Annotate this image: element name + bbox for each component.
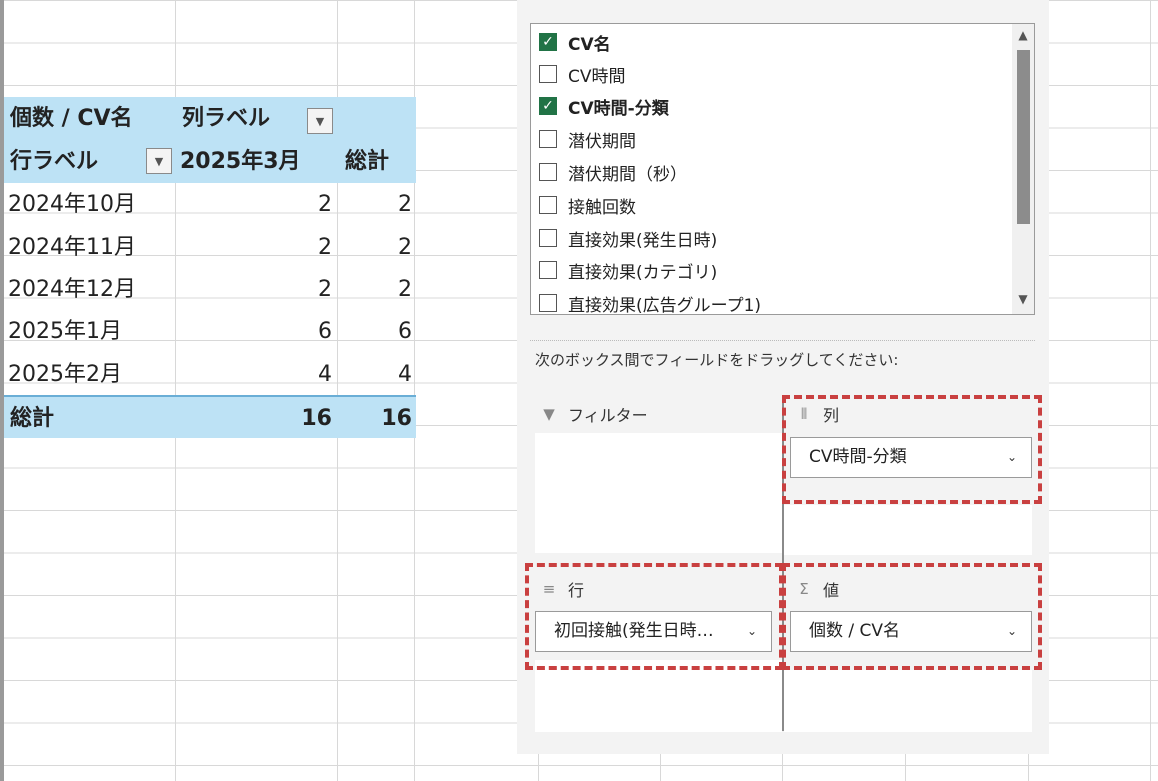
pivot-field-pane: ✓ CV名 CV時間 ✓ CV時間-分類 潜伏期間 潜伏期間（秒） 接触回数 直… <box>517 0 1049 754</box>
row-label: 2024年12月 <box>8 277 136 302</box>
columns-drop-area-bottom[interactable] <box>784 505 1032 555</box>
filter-funnel-icon: ▼ <box>543 405 555 423</box>
checkbox-icon[interactable] <box>539 130 557 148</box>
column-filter-dropdown-button[interactable]: ▼ <box>307 108 333 134</box>
checkbox-icon[interactable] <box>539 65 557 83</box>
field-item-latency-seconds[interactable]: 潜伏期間（秒） <box>539 156 687 188</box>
pivot-column-labels-header[interactable]: 列ラベル <box>182 97 270 140</box>
pivot-column-value-header[interactable]: 2025年3月 <box>180 140 301 183</box>
filter-title-label: フィルター <box>568 406 648 425</box>
filter-drop-area[interactable] <box>535 433 782 553</box>
checkbox-checked-icon[interactable]: ✓ <box>539 97 557 115</box>
row-value: 2 <box>318 277 332 302</box>
table-row[interactable]: 2024年12月 2 2 <box>4 268 416 311</box>
checkbox-icon[interactable] <box>539 229 557 247</box>
field-list[interactable]: ✓ CV名 CV時間 ✓ CV時間-分類 潜伏期間 潜伏期間（秒） 接触回数 直… <box>530 23 1035 315</box>
field-item-direct-effect-adgroup1[interactable]: 直接効果(広告グループ1) <box>539 287 762 315</box>
field-item-cv-time-category[interactable]: ✓ CV時間-分類 <box>539 90 669 122</box>
field-list-scrollbar[interactable]: ▲ ▼ <box>1012 24 1034 314</box>
field-label: 潜伏期間（秒） <box>568 164 687 185</box>
checkbox-icon[interactable] <box>539 163 557 181</box>
row-total: 2 <box>398 235 412 260</box>
rows-drop-area-bottom[interactable] <box>535 660 782 732</box>
scroll-down-arrow-icon[interactable]: ▼ <box>1015 292 1031 306</box>
field-item-cv-time[interactable]: CV時間 <box>539 58 626 90</box>
field-label: 直接効果(カテゴリ) <box>568 262 718 283</box>
grand-total-value: 16 <box>301 406 332 431</box>
row-label: 2025年1月 <box>8 319 122 344</box>
row-value: 2 <box>318 192 332 217</box>
values-drop-area-bottom[interactable] <box>784 670 1032 732</box>
field-label: CV時間-分類 <box>568 98 669 119</box>
pivot-header-row-1: 個数 / CV名 列ラベル ▼ <box>4 97 416 140</box>
checkbox-checked-icon[interactable]: ✓ <box>539 33 557 51</box>
field-label: CV名 <box>568 34 611 55</box>
scrollbar-thumb[interactable] <box>1017 50 1030 224</box>
highlight-values-area <box>782 563 1042 670</box>
pivot-grand-total-header[interactable]: 総計 <box>345 140 389 183</box>
field-item-cv-name[interactable]: ✓ CV名 <box>539 26 611 58</box>
field-item-direct-effect-category[interactable]: 直接効果(カテゴリ) <box>539 254 717 286</box>
field-label: CV時間 <box>568 66 626 87</box>
chevron-down-icon: ▼ <box>154 154 164 168</box>
table-row[interactable]: 2024年10月 2 2 <box>4 183 416 226</box>
row-value: 2 <box>318 235 332 260</box>
checkbox-icon[interactable] <box>539 261 557 279</box>
filter-area-title: ▼ フィルター <box>539 402 648 426</box>
divider <box>530 340 1035 341</box>
row-value: 4 <box>318 362 332 387</box>
row-label: 2024年11月 <box>8 235 136 260</box>
drag-instruction-text: 次のボックス間でフィールドをドラッグしてください: <box>535 351 899 369</box>
grand-total-total: 16 <box>381 406 412 431</box>
column-gridline <box>1150 0 1151 781</box>
pivot-grand-total-row[interactable]: 総計 16 16 <box>4 395 416 438</box>
checkbox-icon[interactable] <box>539 294 557 312</box>
scroll-up-arrow-icon[interactable]: ▲ <box>1015 28 1031 42</box>
field-label: 潜伏期間 <box>568 131 636 152</box>
row-total: 6 <box>398 319 412 344</box>
pivot-measure-label[interactable]: 個数 / CV名 <box>10 97 133 140</box>
field-label: 直接効果(広告グループ1) <box>568 295 762 315</box>
table-row[interactable]: 2024年11月 2 2 <box>4 226 416 269</box>
pivot-row-labels-header[interactable]: 行ラベル <box>10 140 98 183</box>
row-total: 2 <box>398 192 412 217</box>
field-item-contact-count[interactable]: 接触回数 <box>539 189 636 221</box>
table-row[interactable]: 2025年2月 4 4 <box>4 353 416 396</box>
row-total: 4 <box>398 362 412 387</box>
row-value: 6 <box>318 319 332 344</box>
chevron-down-icon: ▼ <box>315 114 325 128</box>
highlight-rows-area <box>525 563 783 670</box>
row-label: 2024年10月 <box>8 192 136 217</box>
row-label: 2025年2月 <box>8 362 122 387</box>
field-label: 直接効果(発生日時) <box>568 230 718 251</box>
row-total: 2 <box>398 277 412 302</box>
grand-total-label: 総計 <box>10 406 55 431</box>
field-item-direct-effect-datetime[interactable]: 直接効果(発生日時) <box>539 222 717 254</box>
field-label: 接触回数 <box>568 197 636 218</box>
field-item-latency[interactable]: 潜伏期間 <box>539 123 636 155</box>
pivot-header-row-2: 行ラベル ▼ 2025年3月 総計 <box>4 140 416 183</box>
highlight-columns-area <box>782 395 1042 504</box>
checkbox-icon[interactable] <box>539 196 557 214</box>
row-filter-dropdown-button[interactable]: ▼ <box>146 148 172 174</box>
table-row[interactable]: 2025年1月 6 6 <box>4 310 416 353</box>
